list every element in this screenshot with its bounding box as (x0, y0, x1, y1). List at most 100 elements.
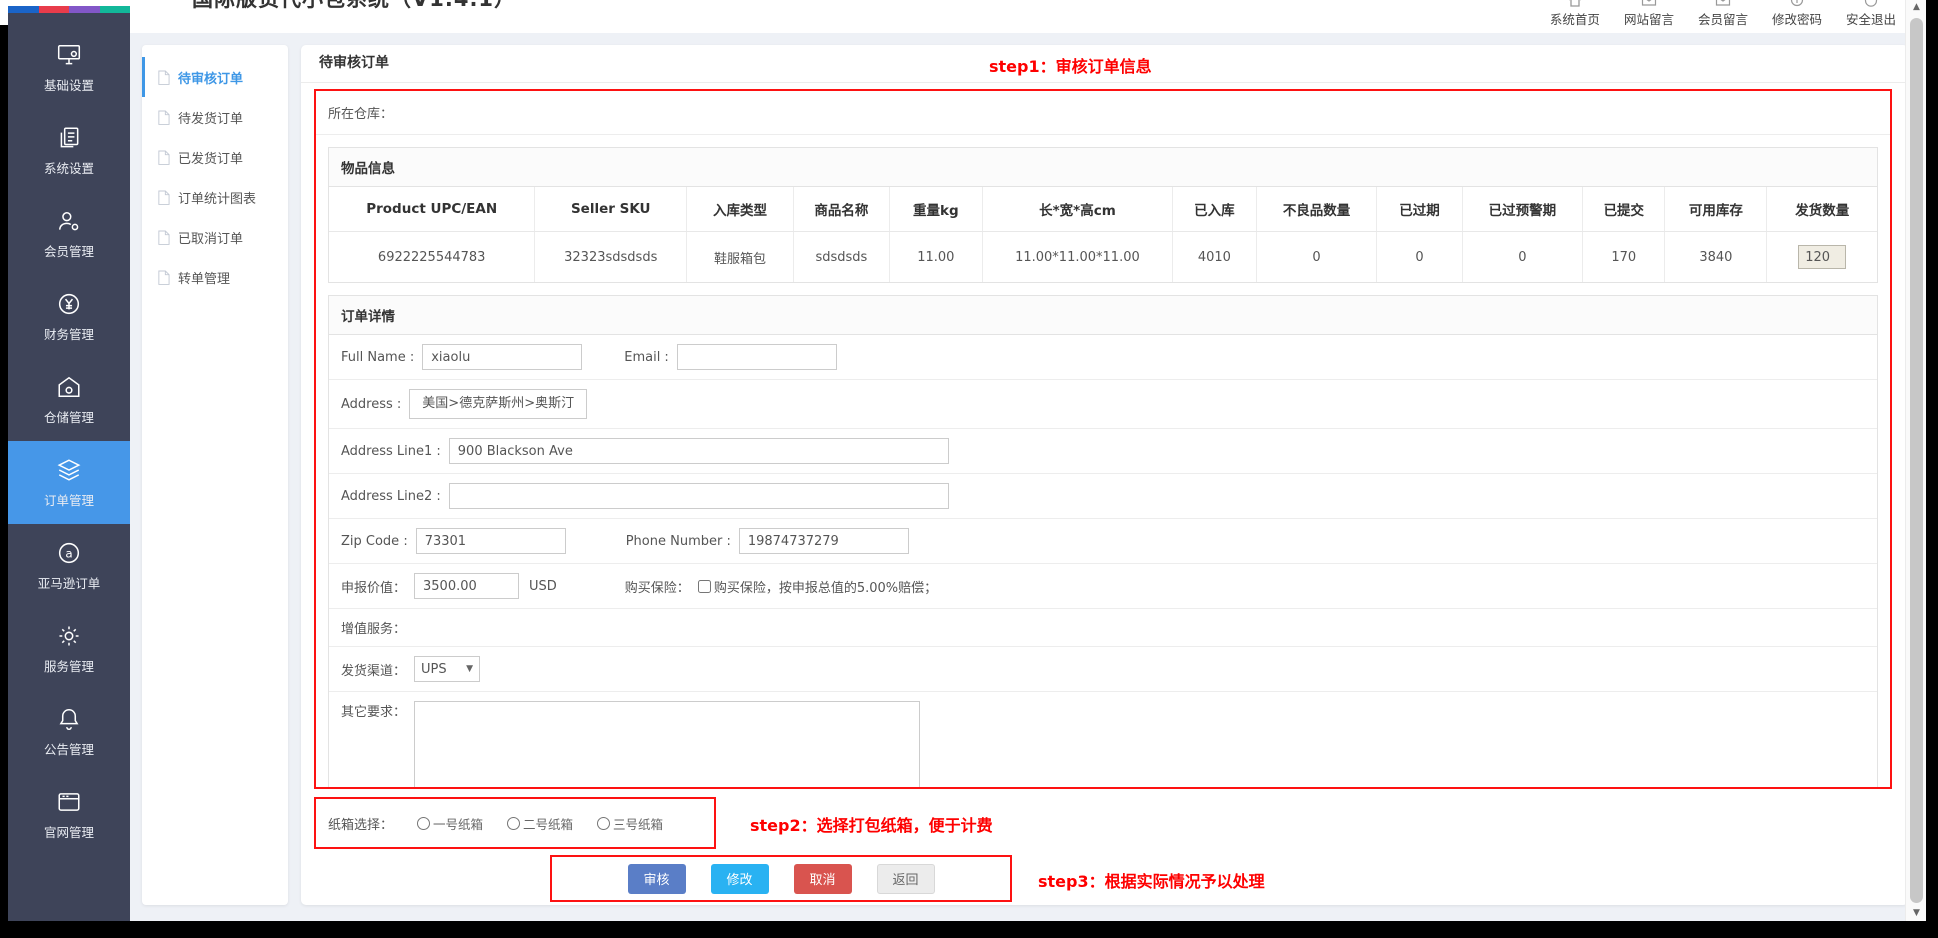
audit-button[interactable]: 审核 (628, 864, 686, 894)
carton-selection-row: 纸箱选择： 一号纸箱 二号纸箱 三号纸箱 step2：选择打包纸箱，便于计费 (314, 797, 1908, 849)
shipping-channel-label: 发货渠道： (341, 660, 406, 679)
cell-expired-qty: 0 (1377, 232, 1462, 283)
nav-home[interactable]: 系统首页 (1550, 0, 1600, 30)
warehouse-gear-icon (56, 374, 82, 400)
file-icon (157, 150, 170, 165)
step1-annotation: step1：审核订单信息 (989, 53, 1152, 77)
value-added-row: 增值服务： (329, 609, 1877, 647)
shipping-channel-row: 发货渠道： UPS ▼ (329, 647, 1877, 692)
message-icon (1715, 0, 1731, 9)
address-line1-input[interactable] (449, 438, 949, 464)
sidebar-item-announcement-management[interactable]: 公告管理 (8, 690, 130, 773)
theme-color-strip (8, 6, 130, 13)
step3-highlight-box: 审核 修改 取消 返回 (550, 855, 1012, 902)
declared-value-label: 申报价值： (341, 577, 406, 596)
modify-button[interactable]: 修改 (711, 864, 769, 894)
col-header: Product UPC/EAN (329, 187, 535, 232)
items-section: 物品信息 Product UPC/EAN Seller SKU 入库类型 商品名… (328, 147, 1878, 283)
items-table-row: 6922225544783 32323sdsdsds 鞋服箱包 sdsdsds … (329, 232, 1877, 283)
cell-available-stock: 3840 (1665, 232, 1767, 283)
address-line1-row: Address Line1 : (329, 429, 1877, 474)
submenu-item-order-statistics[interactable]: 订单统计图表 (142, 177, 288, 217)
file-icon (157, 270, 170, 285)
address-label: Address : (341, 397, 401, 412)
col-header: 已过期 (1377, 187, 1462, 232)
declared-value-input[interactable] (414, 573, 519, 599)
insurance-text: 购买保险，按申报总值的5.00%赔偿； (714, 577, 937, 596)
nav-member-messages[interactable]: 会员留言 (1698, 0, 1748, 30)
ship-qty-input[interactable] (1798, 245, 1846, 269)
sidebar-item-member-management[interactable]: 会员管理 (8, 192, 130, 275)
shipping-channel-select[interactable]: UPS ▼ (414, 656, 480, 682)
gear-icon (56, 623, 82, 649)
col-header: 已过预警期 (1462, 187, 1583, 232)
phone-number-label: Phone Number : (626, 534, 731, 549)
other-requirements-textarea[interactable] (414, 701, 920, 789)
sidebar-item-order-management[interactable]: 订单管理 (8, 441, 130, 524)
col-header: 可用库存 (1665, 187, 1767, 232)
bell-icon (56, 706, 82, 732)
nav-change-password[interactable]: 修改密码 (1772, 0, 1822, 30)
scrollbar-track[interactable]: ▲ ▼ (1905, 0, 1927, 921)
scroll-down-button[interactable]: ▼ (1906, 906, 1927, 921)
nav-logout[interactable]: 安全退出 (1846, 0, 1896, 30)
amazon-icon: a (56, 540, 82, 566)
step2-annotation: step2：选择打包纸箱，便于计费 (750, 812, 993, 836)
zip-code-input[interactable] (416, 528, 566, 554)
sidebar-item-service-management[interactable]: 服务管理 (8, 607, 130, 690)
nav-site-messages[interactable]: 网站留言 (1624, 0, 1674, 30)
carton-radio-3[interactable] (597, 817, 610, 830)
cell-submitted-qty: 170 (1583, 232, 1665, 283)
carton-radio-2[interactable] (507, 817, 520, 830)
zip-phone-row: Zip Code : Phone Number : (329, 519, 1877, 564)
scrollbar-thumb[interactable] (1910, 18, 1923, 903)
items-table-header-row: Product UPC/EAN Seller SKU 入库类型 商品名称 重量k… (329, 187, 1877, 232)
carton-option-1[interactable]: 一号纸箱 (417, 814, 483, 833)
warehouse-label: 所在仓库： (328, 107, 393, 122)
sidebar-item-finance-management[interactable]: 财务管理 (8, 275, 130, 358)
carton-option-3[interactable]: 三号纸箱 (597, 814, 663, 833)
insurance-checkbox[interactable] (698, 580, 711, 593)
submenu-item-shipped-orders[interactable]: 已发货订单 (142, 137, 288, 177)
carton-radio-1[interactable] (417, 817, 430, 830)
sidebar-item-warehouse-management[interactable]: 仓储管理 (8, 358, 130, 441)
email-input[interactable] (677, 344, 837, 370)
top-nav: 系统首页 网站留言 会员留言 修改密码 安全退出 (1550, 0, 1896, 30)
cancel-button[interactable]: 取消 (794, 864, 852, 894)
full-name-label: Full Name : (341, 350, 414, 365)
main-sidebar: 基础设置 系统设置 会员管理 财务管理 仓储管理 订单管理 a 亚马逊订单 服务… (8, 13, 130, 921)
submenu-item-cancelled-orders[interactable]: 已取消订单 (142, 217, 288, 257)
sidebar-item-website-management[interactable]: 官网管理 (8, 773, 130, 856)
currency-label: USD (529, 579, 557, 594)
full-name-input[interactable] (422, 344, 582, 370)
phone-number-input[interactable] (739, 528, 909, 554)
items-section-title: 物品信息 (329, 148, 1877, 187)
order-detail-title: 订单详情 (329, 296, 1877, 335)
back-button[interactable]: 返回 (877, 864, 935, 894)
action-buttons-row: 审核 修改 取消 返回 step3：根据实际情况予以处理 (550, 855, 1908, 902)
power-icon (1863, 0, 1879, 9)
sidebar-item-amazon-orders[interactable]: a 亚马逊订单 (8, 524, 130, 607)
scroll-up-button[interactable]: ▲ (1906, 0, 1927, 15)
carton-option-2[interactable]: 二号纸箱 (507, 814, 573, 833)
address-region-box[interactable]: 美国>德克萨斯州>奥斯汀 (409, 389, 587, 419)
carton-label: 纸箱选择： (328, 814, 393, 833)
step1-highlight-box: 所在仓库： 物品信息 Product UPC/EAN Seller SKU 入库… (314, 89, 1892, 789)
col-header: 商品名称 (793, 187, 889, 232)
value-added-label: 增值服务： (341, 618, 406, 637)
address-line1-label: Address Line1 : (341, 444, 441, 459)
file-icon (157, 230, 170, 245)
submenu-item-pending-review-orders[interactable]: 待审核订单 (142, 57, 288, 97)
submenu-item-transfer-management[interactable]: 转单管理 (142, 257, 288, 297)
sidebar-item-basic-settings[interactable]: 基础设置 (8, 26, 130, 109)
email-label: Email : (624, 350, 669, 365)
screen-edge-bottom (0, 921, 1938, 938)
other-requirements-row: 其它要求： (329, 692, 1877, 789)
address-line2-input[interactable] (449, 483, 949, 509)
other-requirements-label: 其它要求： (341, 701, 406, 720)
sidebar-item-system-settings[interactable]: 系统设置 (8, 109, 130, 192)
submenu-item-pending-ship-orders[interactable]: 待发货订单 (142, 97, 288, 137)
declared-value-row: 申报价值： USD 购买保险： 购买保险，按申报总值的5.00%赔偿； (329, 564, 1877, 609)
col-header: 发货数量 (1767, 187, 1877, 232)
file-icon (157, 110, 170, 125)
